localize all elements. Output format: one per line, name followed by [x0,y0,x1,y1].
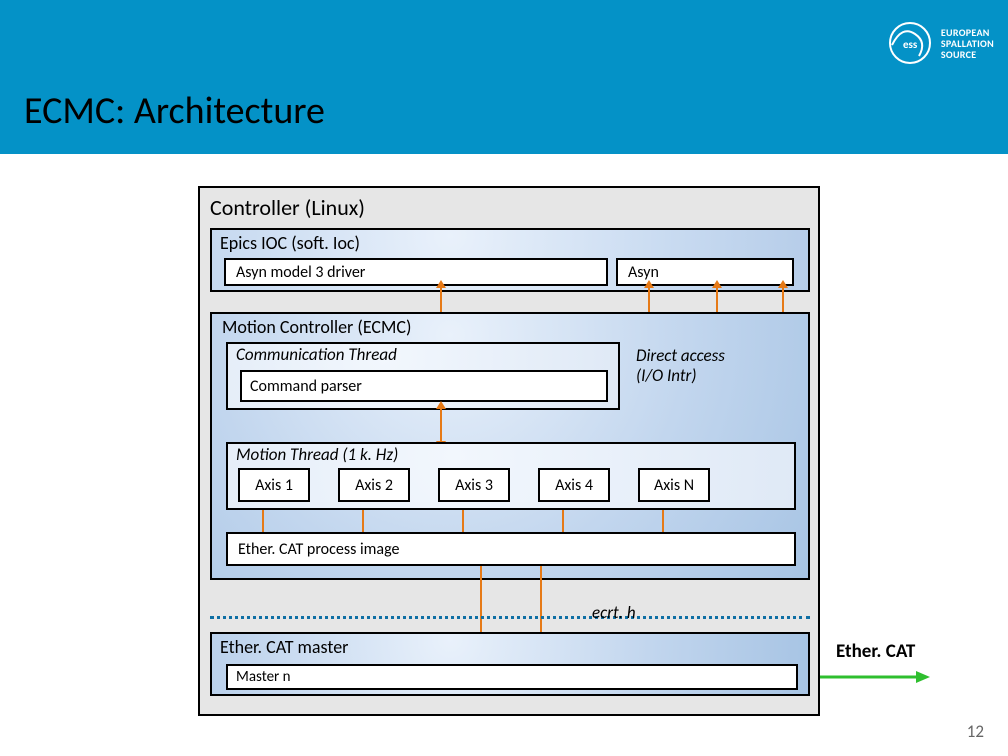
ess-logo-text: ess [903,38,918,51]
communication-thread-label: Communication Thread [236,344,397,365]
page-number: 12 [967,721,984,742]
motion-thread-box: Motion Thread (1 k. Hz) Axis 1 Axis 2 Ax… [226,442,796,510]
axis-box-2: Axis 2 [338,468,410,502]
slide-title: ECMC: Architecture [24,88,325,134]
asyn-model3-driver-box: Asyn model 3 driver [224,258,608,286]
ethercat-process-image-box: Ether. CAT process image [226,532,796,566]
direct-access-line-1: Direct access [636,346,725,366]
arrow-comm-to-motion [440,408,442,442]
brand-line-3: SOURCE [941,49,994,60]
ecrt-label: ecrt. h [592,602,636,623]
communication-thread-box: Communication Thread Command parser [226,342,620,410]
brand-line-1: EUROPEAN [941,27,994,38]
ethercat-arrow-icon [820,669,930,685]
ecmc-label: Motion Controller (ECMC) [222,316,411,338]
axis-box-n: Axis N [638,468,710,502]
ess-logo: ess EUROPEAN SPALLATION SOURCE [887,20,994,66]
motion-thread-label: Motion Thread (1 k. Hz) [236,444,398,465]
epics-ioc-label: Epics IOC (soft. Ioc) [220,232,360,254]
architecture-diagram: Controller (Linux) Epics IOC (soft. Ioc)… [198,186,820,716]
asyn-box: Asyn [616,258,794,286]
ecrt-divider [210,616,810,619]
ethercat-external-label: Ether. CAT [836,640,915,663]
direct-access-label: Direct access (I/O Intr) [636,346,725,387]
axes-row: Axis 1 Axis 2 Axis 3 Axis 4 Axis N [238,468,710,502]
direct-access-line-2: (I/O Intr) [636,366,725,386]
ess-logo-mark: ess [887,20,933,66]
axis-box-4: Axis 4 [538,468,610,502]
controller-box-label: Controller (Linux) [210,194,365,221]
ecmc-box: Motion Controller (ECMC) Communication T… [210,312,810,580]
master-n-box: Master n [226,664,798,690]
brand-line-2: SPALLATION [941,38,994,49]
ethercat-master-label: Ether. CAT master [220,636,348,658]
command-parser-box: Command parser [240,370,608,402]
axis-box-3: Axis 3 [438,468,510,502]
axis-box-1: Axis 1 [238,468,310,502]
ethercat-master-box: Ether. CAT master Master n [210,632,810,696]
ess-logo-full-text: EUROPEAN SPALLATION SOURCE [941,27,994,60]
